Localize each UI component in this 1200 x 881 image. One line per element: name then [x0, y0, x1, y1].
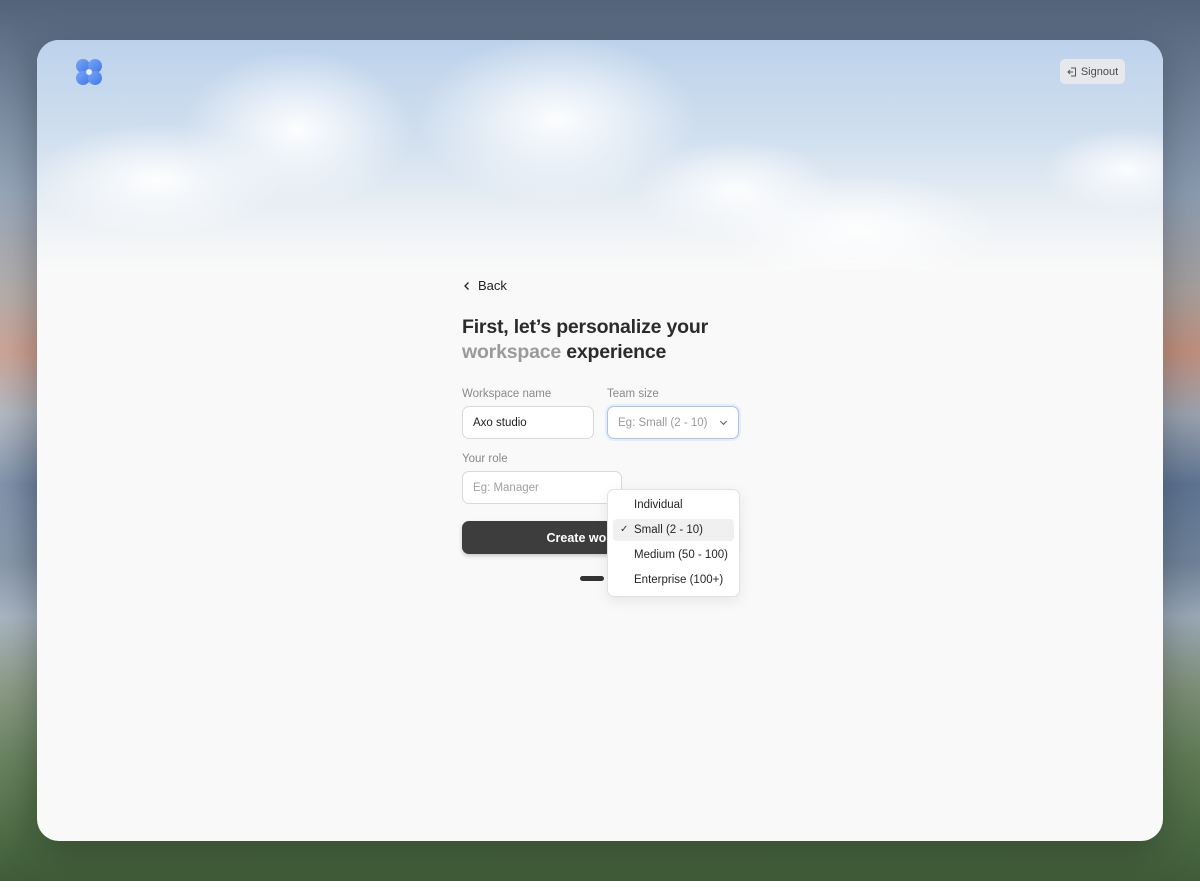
- role-input[interactable]: Eg: Manager: [462, 471, 622, 504]
- workspace-name-field: Workspace name Axo studio: [462, 388, 594, 439]
- page-title: First, let’s personalize your workspace …: [462, 315, 742, 365]
- team-size-label: Team size: [607, 388, 659, 400]
- option-label: Medium (50 - 100): [634, 549, 728, 561]
- team-size-field: Team size Eg: Small (2 - 10): [607, 388, 739, 439]
- team-size-option-medium[interactable]: Medium (50 - 100): [613, 544, 734, 566]
- signout-button[interactable]: Signout: [1060, 59, 1125, 84]
- back-label: Back: [478, 278, 507, 293]
- team-size-dropdown: Individual ✓ Small (2 - 10) Medium (50 -…: [607, 489, 740, 597]
- role-field: Your role Eg: Manager: [462, 453, 622, 504]
- chevron-down-icon: [719, 420, 728, 426]
- option-label: Individual: [634, 499, 683, 511]
- title-rest: experience: [566, 341, 667, 363]
- onboarding-card: Signout Back First, let’s personalize yo…: [37, 40, 1163, 841]
- option-label: Enterprise (100+): [634, 574, 724, 586]
- chevron-left-icon: [464, 281, 469, 290]
- team-size-option-enterprise[interactable]: Enterprise (100+): [613, 569, 734, 591]
- sky-banner: [37, 40, 1163, 270]
- role-label: Your role: [462, 453, 508, 465]
- check-icon: ✓: [620, 524, 629, 535]
- flower-logo-icon[interactable]: [75, 58, 103, 86]
- team-size-placeholder: Eg: Small (2 - 10): [618, 416, 708, 429]
- step-dot-1: [580, 576, 604, 581]
- title-muted-word: workspace: [462, 341, 562, 363]
- team-size-option-small[interactable]: ✓ Small (2 - 10): [613, 519, 734, 541]
- team-size-option-individual[interactable]: Individual: [613, 494, 734, 516]
- personalize-form: Back First, let’s personalize your works…: [462, 270, 742, 597]
- option-label: Small (2 - 10): [634, 524, 704, 536]
- workspace-name-input[interactable]: Axo studio: [462, 406, 594, 439]
- role-placeholder: Eg: Manager: [473, 481, 539, 494]
- title-line-1: First, let’s personalize your: [462, 316, 708, 338]
- workspace-name-value: Axo studio: [473, 416, 527, 429]
- team-size-select[interactable]: Eg: Small (2 - 10): [607, 406, 739, 439]
- workspace-name-label: Workspace name: [462, 388, 552, 400]
- signout-label: Signout: [1080, 65, 1119, 78]
- back-link[interactable]: Back: [462, 278, 522, 293]
- signout-icon: [1067, 67, 1076, 76]
